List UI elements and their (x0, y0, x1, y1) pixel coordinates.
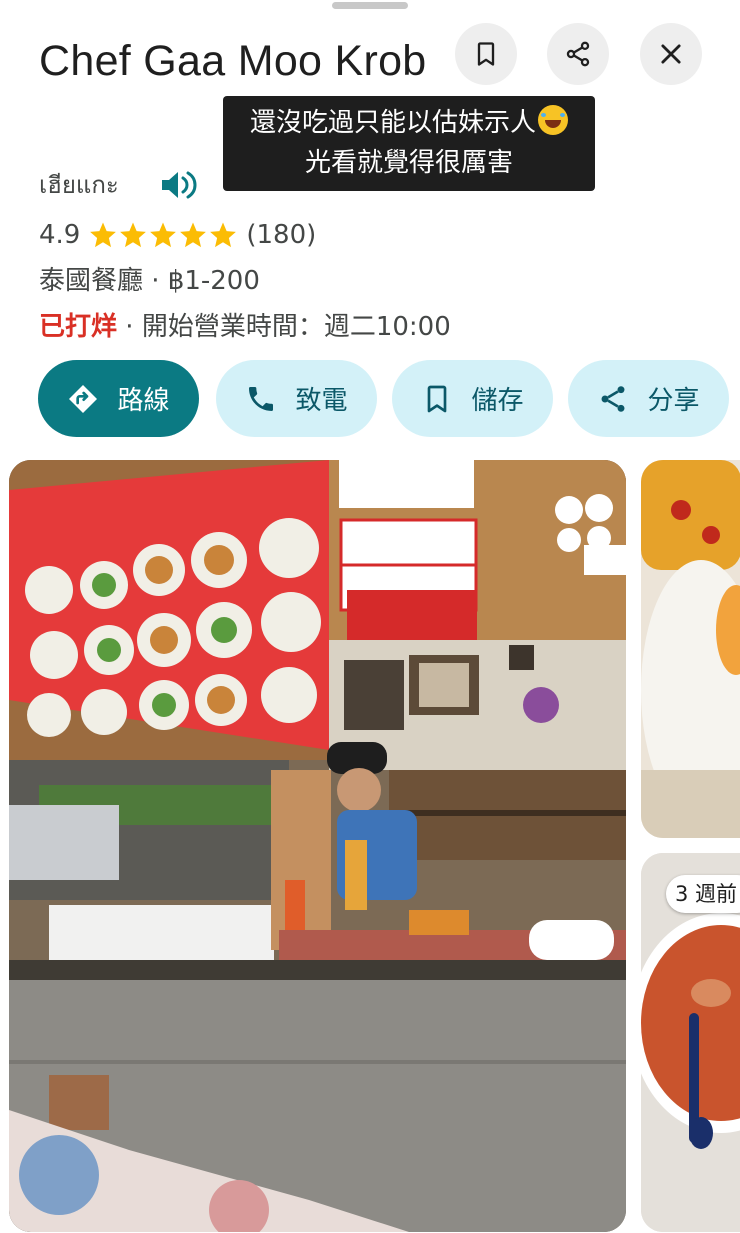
closed-status: 已打烊 (39, 312, 118, 342)
save-label: 儲存 (471, 386, 524, 416)
rating-row[interactable]: 4.9 (180) (39, 217, 316, 253)
place-sheet: Chef Gaa Moo Krob 還沒吃過只能以估妹示人 光看就覺得很厲害 เ… (0, 0, 740, 1233)
close-button[interactable] (640, 23, 702, 85)
review-count: (180) (246, 220, 317, 250)
speaker-icon[interactable] (158, 166, 198, 204)
call-button[interactable]: 致電 (216, 360, 377, 437)
star-icon (90, 222, 117, 248)
star-icon (150, 222, 177, 248)
place-title: Chef Gaa Moo Krob (39, 37, 427, 85)
food-photo (641, 460, 740, 838)
caption-line-1: 還沒吃過只能以估妹示人 (249, 108, 536, 138)
opening-hours: 開始營業時間：週二10:00 (141, 312, 451, 342)
share-label: 分享 (647, 386, 700, 416)
call-label: 致電 (295, 386, 348, 416)
stall-photo (9, 460, 626, 1232)
phone-icon (249, 386, 274, 411)
bookmark-icon (477, 42, 495, 66)
star-rating (88, 220, 238, 250)
share-action-button[interactable]: 分享 (568, 360, 729, 437)
rating-value: 4.9 (39, 220, 81, 250)
star-icon (120, 222, 147, 248)
photo-main[interactable] (9, 460, 626, 1232)
status-separator: · (117, 312, 142, 342)
video-caption-overlay: 還沒吃過只能以估妹示人 光看就覺得很厲害 (223, 96, 595, 191)
star-icon (180, 222, 207, 248)
photo-food-1[interactable] (641, 460, 740, 838)
drag-handle[interactable] (332, 2, 408, 9)
star-icon (210, 222, 237, 248)
directions-icon (69, 384, 98, 413)
share-icon (602, 385, 625, 412)
directions-button[interactable]: 路線 (38, 360, 199, 437)
directions-label: 路線 (117, 386, 170, 416)
share-icon (566, 41, 590, 67)
share-button[interactable] (547, 23, 609, 85)
laughing-emoji-icon (538, 105, 568, 135)
opening-status[interactable]: 已打烊 · 開始營業時間：週二10:00 (39, 309, 451, 345)
save-action-button[interactable]: 儲存 (392, 360, 553, 437)
close-icon (661, 44, 681, 64)
bookmark-icon (428, 385, 447, 412)
save-button[interactable] (455, 23, 517, 85)
local-name: เฮียแกะ (39, 171, 119, 199)
caption-line-2: 光看就覺得很厲害 (304, 148, 513, 178)
category-price: 泰國餐廳 · ฿1-200 (39, 266, 260, 296)
photo-age-badge: 3 週前 (666, 875, 740, 913)
